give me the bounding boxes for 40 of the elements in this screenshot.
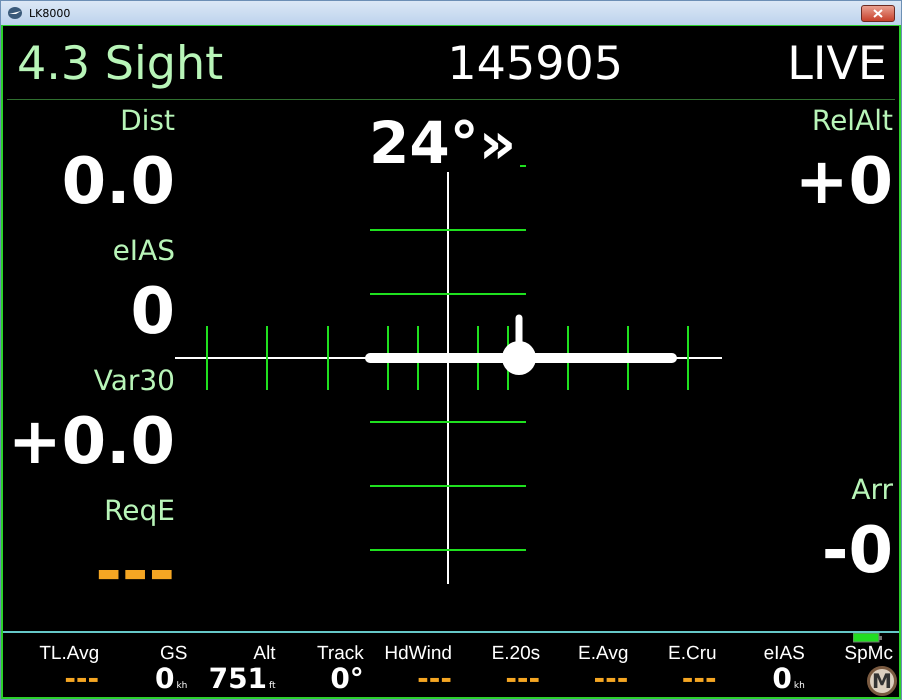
waypoint-name: 145905 xyxy=(447,36,624,90)
field-value: +0.0 xyxy=(8,404,175,481)
close-button[interactable] xyxy=(861,4,895,22)
infobox-value: 0 kh xyxy=(154,665,188,693)
field-label: Arr xyxy=(851,473,893,507)
infobox-value: --- xyxy=(594,665,628,693)
infobox-value: 0 kh xyxy=(772,665,805,693)
infobox-label: eIAS xyxy=(764,643,805,665)
infobox-label: TL.Avg xyxy=(39,643,100,665)
infobox-label: Alt xyxy=(253,643,276,665)
infobox-value: --- xyxy=(417,665,452,693)
battery-icon xyxy=(853,633,883,643)
mode-badge[interactable]: M xyxy=(867,666,897,696)
window-title: LK8000 xyxy=(29,6,72,20)
field-label: Dist xyxy=(120,104,175,138)
page-title: 4.3 Sight xyxy=(17,36,224,90)
infobox-value: --- xyxy=(682,665,717,693)
field-value: -0 xyxy=(822,513,893,590)
infobox-label: HdWind xyxy=(384,643,452,665)
field-label: RelAlt xyxy=(812,104,893,138)
field-value: 0.0 xyxy=(62,144,175,221)
field-value: 0 xyxy=(130,274,175,351)
field-label: Var30 xyxy=(94,364,175,398)
field-label: eIAS xyxy=(112,234,175,268)
field-value: --- xyxy=(95,534,175,611)
infobox-value: 751 ft xyxy=(208,665,276,693)
infobox-label: Track xyxy=(317,643,364,665)
infobox-value: 0° xyxy=(330,665,364,693)
infobox-value: --- xyxy=(64,665,100,693)
infobox-label: SpMc xyxy=(844,643,893,665)
field-label: ReqE xyxy=(104,494,175,528)
infobox-label: E.Cru xyxy=(668,643,717,665)
field-value: +0 xyxy=(794,144,893,221)
glider-icon xyxy=(7,6,23,20)
infobox-value: --- xyxy=(505,665,540,693)
infobox-label: E.Avg xyxy=(578,643,628,665)
infobox-label: E.20s xyxy=(492,643,540,665)
infobox-label: GS xyxy=(160,643,188,665)
close-icon xyxy=(873,8,883,18)
status-text: LIVE xyxy=(787,36,887,90)
